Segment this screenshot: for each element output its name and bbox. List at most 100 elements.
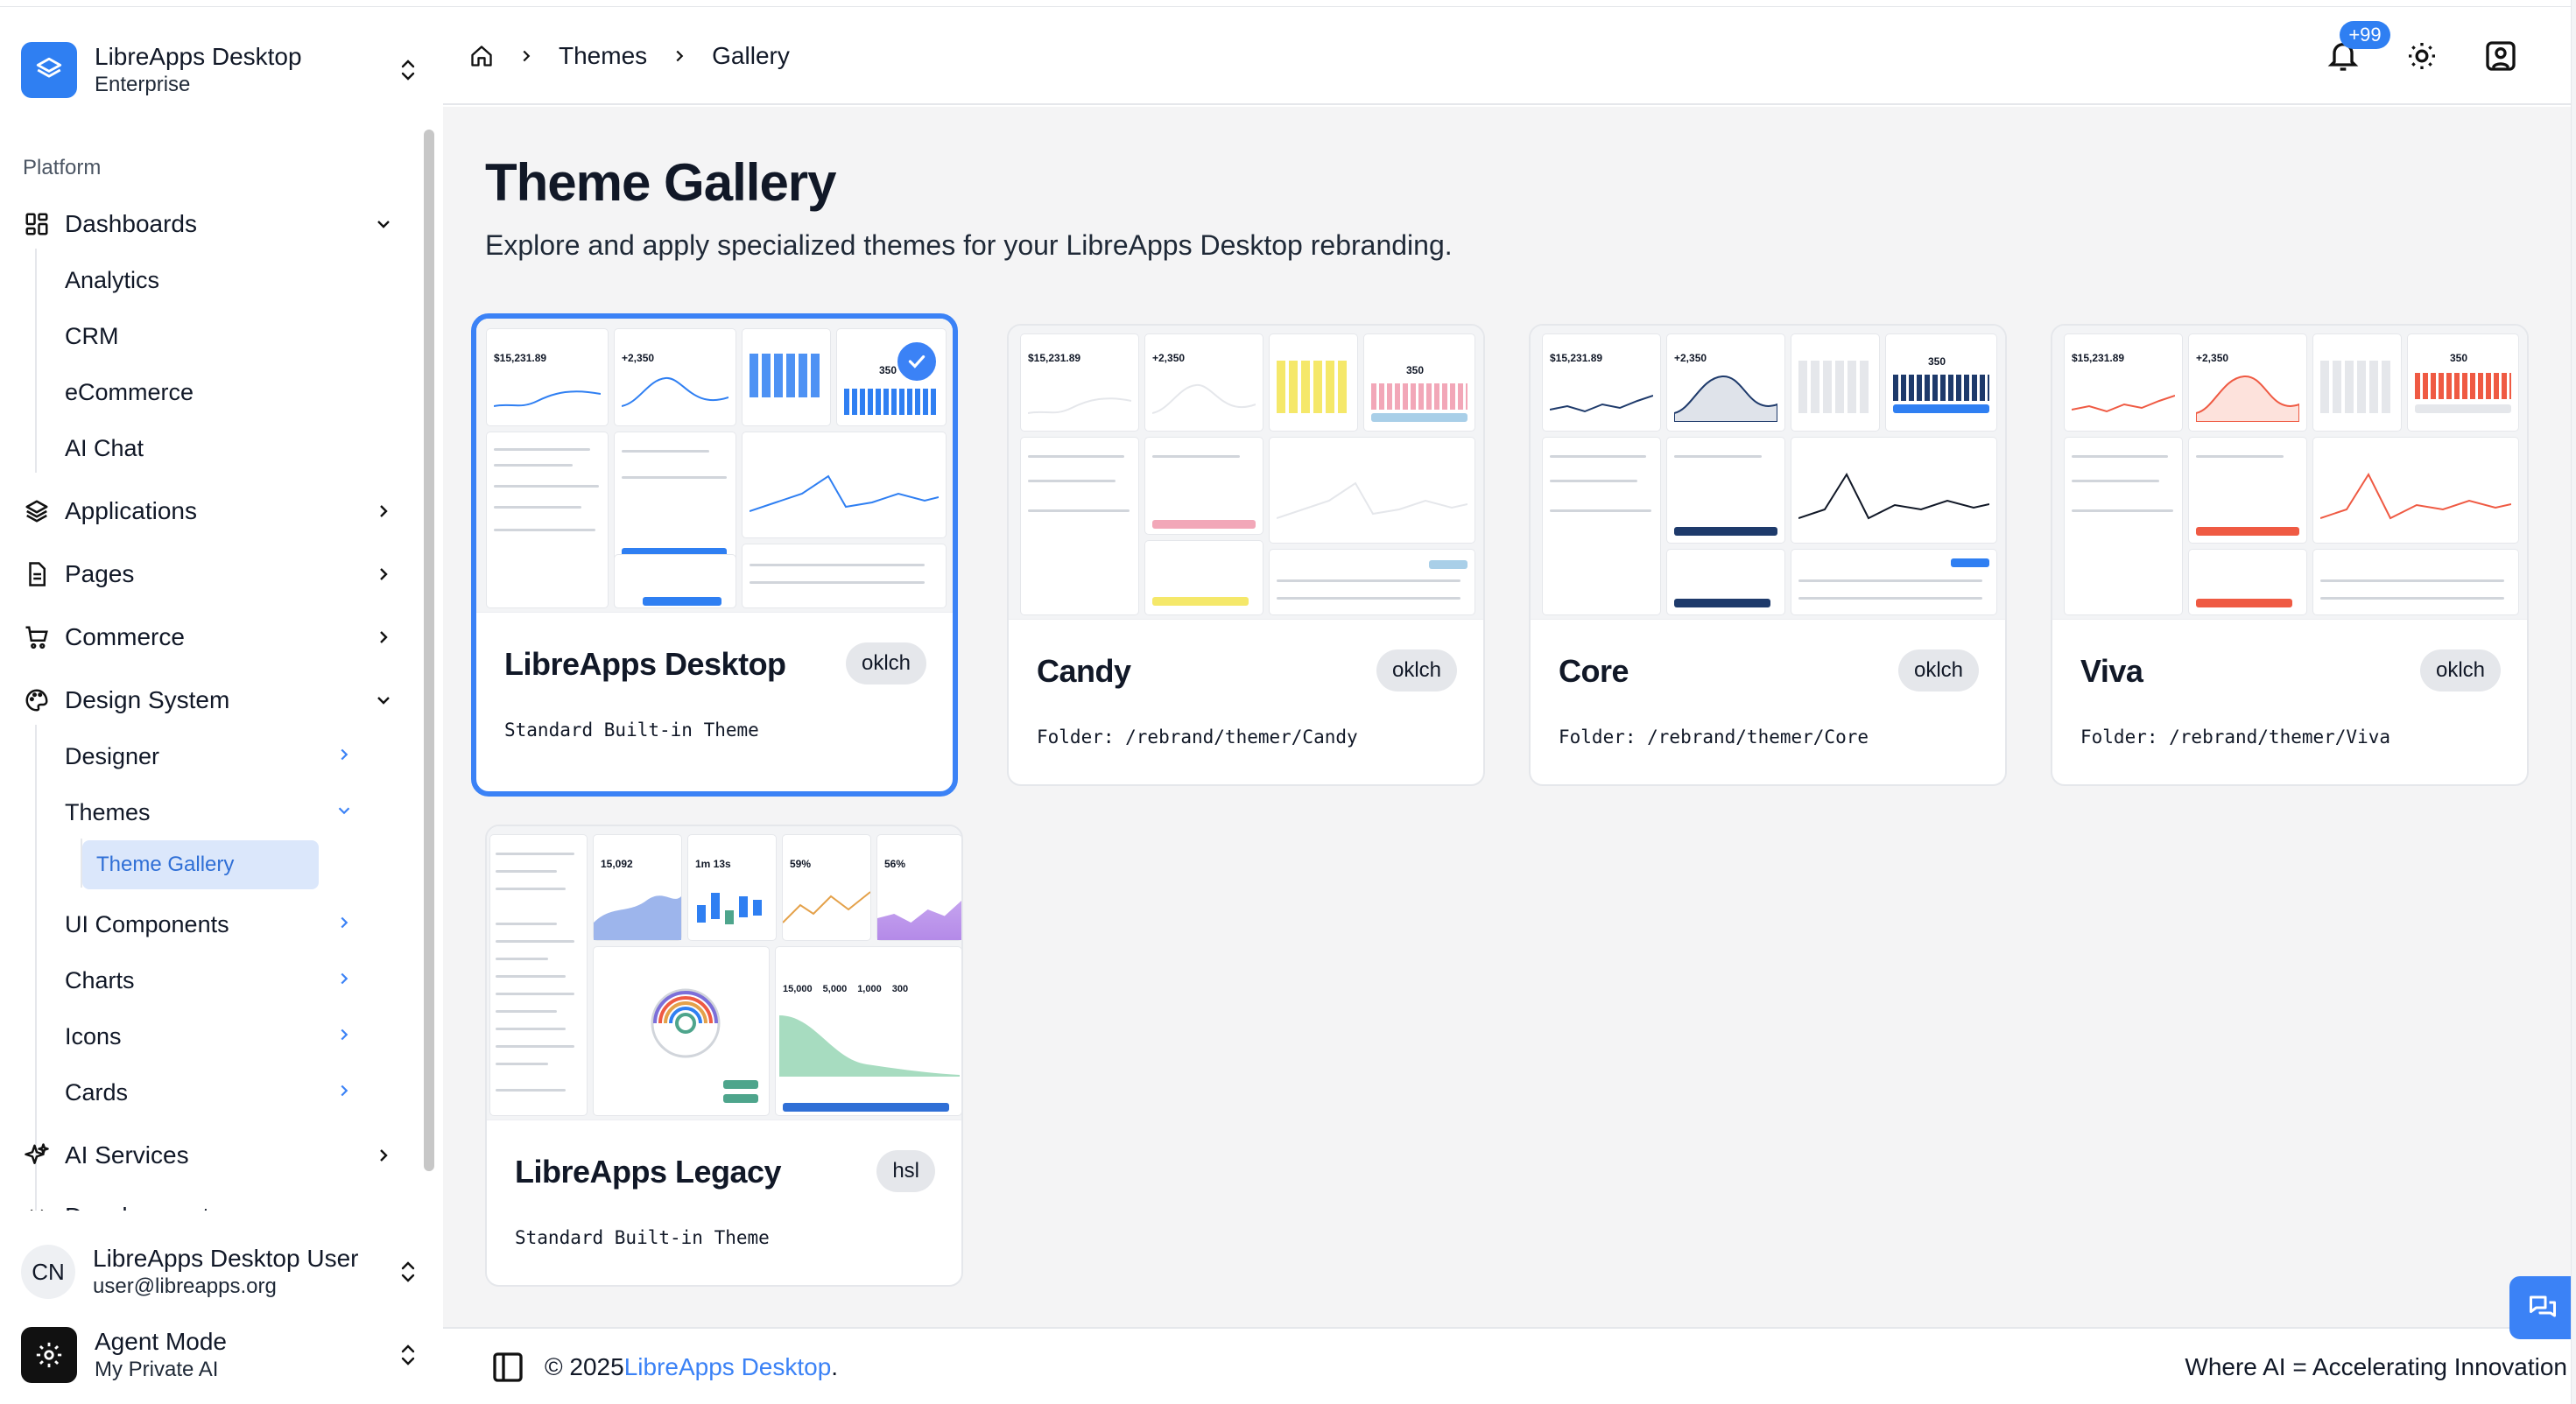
preview-goal: 350 [1928,355,1946,368]
preview-conversion: 56% [884,858,906,870]
nav-charts[interactable]: Charts [65,956,354,1005]
preview-goal: 350 [2450,352,2468,364]
page-description: Explore and apply specialized themes for… [485,229,1453,261]
footer-link[interactable]: LibreApps Desktop [624,1353,832,1381]
nav-label: Applications [65,497,197,524]
theme-card-candy[interactable]: $15,231.89 +2,350 350 Candy oklch Folder… [1007,324,1485,786]
submenu-guide [35,249,37,473]
theme-card-viva[interactable]: $15,231.89 +2,350 350 Viva oklch Folder:… [2051,324,2529,786]
top-bar: Themes Gallery +99 [443,7,2571,105]
chevron-right-icon [517,46,536,66]
preview-bounce: 59% [790,858,812,870]
sparkles-icon [21,1140,53,1171]
avatar: CN [21,1245,75,1299]
nav-commerce[interactable]: Commerce [21,613,398,662]
theme-name: LibreApps Desktop [504,646,786,682]
chevron-right-icon [334,911,354,938]
footer: © 2025 LibreApps Desktop . Where AI = Ac… [443,1327,2571,1404]
chevron-right-icon [370,1141,398,1169]
preview-amount: $15,231.89 [1028,352,1081,364]
color-space-badge: oklch [1897,649,1979,691]
color-space-badge: oklch [1376,649,1457,691]
sidebar-scrollbar[interactable] [424,130,434,1171]
user-name: LibreApps Desktop User [93,1245,359,1272]
preview-goal: 350 [1406,364,1425,376]
sidebar-toggle-icon[interactable] [490,1350,525,1385]
chevron-right-icon [370,623,398,651]
nav-themes[interactable]: Themes [65,788,354,837]
preview-amount: $15,231.89 [494,352,547,364]
breadcrumb-gallery: Gallery [712,42,790,69]
chat-button[interactable] [2509,1276,2576,1339]
theme-name: LibreApps Legacy [515,1154,782,1190]
cart-icon [21,621,53,653]
home-icon[interactable] [469,44,494,68]
nav-development[interactable]: Development [21,1192,398,1211]
theme-folder: Folder: /rebrand/themer/Core [1559,727,1869,748]
app-switcher[interactable]: LibreApps Desktop Enterprise [21,33,420,107]
nav-ecommerce[interactable]: eCommerce [65,369,194,415]
palette-icon [21,684,53,716]
layers-icon [21,495,53,527]
user-profile-icon[interactable] [2483,39,2522,77]
chevron-right-icon [670,46,689,66]
chevron-right-icon [370,560,398,588]
nav-theme-gallery[interactable]: Theme Gallery [82,840,319,889]
theme-name: Candy [1037,653,1131,689]
chevron-right-icon [334,967,354,994]
nav-ai-services[interactable]: AI Services [21,1131,398,1180]
nav-label: Commerce [65,623,185,650]
nav-design-system[interactable]: Design System [21,676,398,725]
theme-folder: Standard Built-in Theme [504,720,759,741]
chevrons-updown-icon [396,53,420,88]
app-logo-icon [21,42,77,98]
nav-pages[interactable]: Pages [21,550,398,599]
theme-preview: $15,231.89 +2,350 350 [476,319,953,613]
nav-crm[interactable]: CRM [65,313,119,359]
app-name: LibreApps Desktop [95,43,302,70]
preview-visitors: 15,092 [601,858,633,870]
nav-ui-components[interactable]: UI Components [65,900,354,949]
dashboard-icon [21,208,53,240]
nav-label: Icons [65,1022,122,1049]
nav-label: Charts [65,966,135,993]
agent-mode-switcher[interactable]: Agent Mode My Private AI [21,1320,420,1390]
chevron-down-icon [334,799,354,826]
section-label-platform: Platform [23,156,102,179]
nav-ai-chat[interactable]: AI Chat [65,425,144,471]
nav-label: Designer [65,742,160,769]
nav-label: Design System [65,686,230,713]
theme-name: Core [1559,653,1629,689]
nav-applications[interactable]: Applications [21,487,398,536]
nav-designer[interactable]: Designer [65,732,354,781]
nav-icons[interactable]: Icons [65,1012,354,1061]
nav-label: AI Services [65,1141,189,1169]
selected-check-icon [895,340,939,383]
chevron-right-icon [370,497,398,525]
footer-copyright: © 2025 [545,1353,624,1380]
chevron-down-icon [370,686,398,714]
main-content: Theme Gallery Explore and apply speciali… [443,107,2571,1327]
theme-folder: Standard Built-in Theme [515,1227,770,1248]
footer-period: . [831,1353,839,1380]
footer-tagline: Where AI = Accelerating Innovation [2185,1353,2567,1380]
sun-icon[interactable] [2404,39,2443,77]
nav-label: UI Components [65,910,229,937]
breadcrumb-themes[interactable]: Themes [559,42,647,70]
chevrons-updown-icon [396,1254,420,1289]
nav-label: Development [65,1203,370,1211]
color-space-badge: hsl [876,1150,935,1192]
theme-folder: Folder: /rebrand/themer/Viva [2080,727,2391,748]
window-right-edge [2571,0,2576,1404]
nav-analytics[interactable]: Analytics [65,257,159,303]
chevrons-updown-icon [396,1337,420,1372]
sidebar: LibreApps Desktop Enterprise Platform Da… [0,7,443,1404]
nav-cards[interactable]: Cards [65,1068,354,1117]
nav-dashboards[interactable]: Dashboards [21,200,398,249]
theme-card-libreapps-legacy[interactable]: 15,092 1m 13s 59% 56% 15,000 5,000 1,000… [485,825,963,1287]
user-menu[interactable]: CN LibreApps Desktop User user@libreapps… [21,1237,420,1307]
page-title: Theme Gallery [485,153,837,212]
theme-card-core[interactable]: $15,231.89 +2,350 350 Core oklch Folder:… [1529,324,2007,786]
theme-card-libreapps-desktop[interactable]: $15,231.89 +2,350 350 LibreApps Desktop … [471,313,958,797]
theme-folder: Folder: /rebrand/themer/Candy [1037,727,1358,748]
